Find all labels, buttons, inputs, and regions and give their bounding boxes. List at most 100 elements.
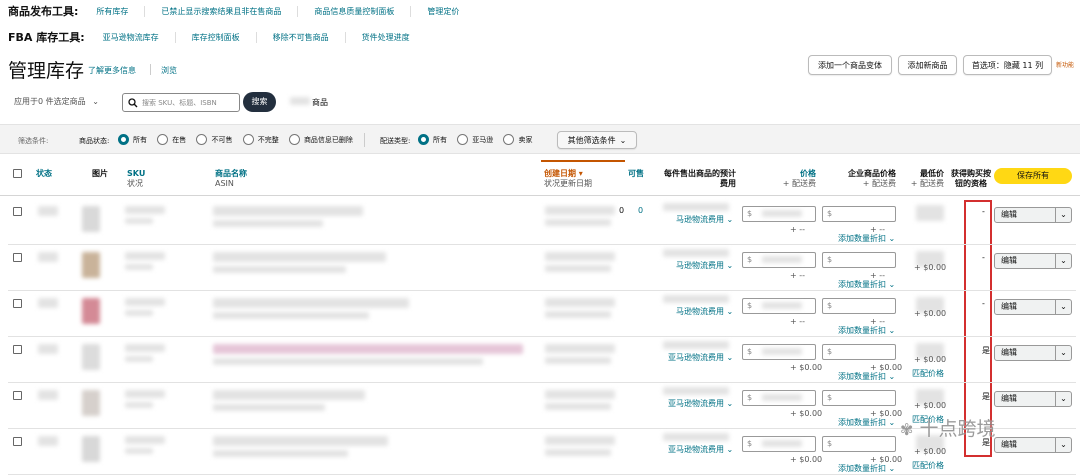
new-features-link[interactable]: 新功能 <box>1056 60 1074 69</box>
link-shipments[interactable]: 货件处理进度 <box>362 32 410 43</box>
select-all-checkbox[interactable] <box>13 169 22 178</box>
more-filters-button[interactable]: 其他筛选条件 ⌄ <box>557 131 637 149</box>
status-option-deleted[interactable]: 商品信息已删除 <box>288 134 353 145</box>
row-image[interactable] <box>82 298 100 324</box>
row-sku-blur[interactable] <box>125 344 165 352</box>
link-suppressed[interactable]: 已禁止显示搜索结果且非在售商品 <box>161 6 281 17</box>
row-edit-button[interactable]: 编辑 ⌄ <box>994 391 1072 407</box>
business-price-input[interactable]: $ <box>822 206 896 222</box>
match-price-link[interactable]: 匹配价格 <box>912 460 944 471</box>
row-image[interactable] <box>82 252 100 278</box>
status-option-inactive[interactable]: 不可售 <box>196 134 232 145</box>
row-product-name-blur[interactable] <box>213 252 386 262</box>
row-product-name-blur[interactable] <box>213 298 409 308</box>
row-checkbox[interactable] <box>13 345 22 354</box>
chevron-down-icon[interactable]: ⌄ <box>1055 300 1071 314</box>
product-count-suffix: 商品 <box>312 98 328 107</box>
search-input[interactable]: 搜索 SKU、标题、ISBN <box>122 93 240 112</box>
row-sku-blur[interactable] <box>125 298 165 306</box>
col-price[interactable]: 价格 + 配送费 <box>770 169 816 189</box>
col-sku[interactable]: SKU 状况 <box>127 169 145 189</box>
fulfill-option-merchant[interactable]: 卖家 <box>503 134 532 145</box>
row-status-blur <box>38 344 58 354</box>
chevron-down-icon[interactable]: ⌄ <box>1055 438 1071 452</box>
chevron-down-icon[interactable]: ⌄ <box>1055 254 1071 268</box>
row-product-name-blur[interactable] <box>213 436 388 446</box>
link-manage-pricing[interactable]: 管理定价 <box>427 6 459 17</box>
row-fee-link[interactable]: 马逊物流费用 ⌄ <box>676 214 733 225</box>
row-edit-button[interactable]: 编辑 ⌄ <box>994 299 1072 315</box>
match-price-link[interactable]: 匹配价格 <box>912 368 944 379</box>
row-fee-link[interactable]: 马逊物流费用 ⌄ <box>676 260 733 271</box>
row-edit-button[interactable]: 编辑 ⌄ <box>994 207 1072 223</box>
row-image[interactable] <box>82 436 100 462</box>
col-product-name[interactable]: 商品名称 ASIN <box>215 169 247 189</box>
row-checkbox[interactable] <box>13 299 22 308</box>
link-remove-unfulfillable[interactable]: 移除不可售商品 <box>273 32 329 43</box>
save-all-button[interactable]: 保存所有 <box>994 168 1072 184</box>
row-updated-blur <box>545 265 611 272</box>
add-product-button[interactable]: 添加新商品 <box>898 55 957 75</box>
add-quantity-discount-link[interactable]: 添加数量折扣 ⌄ <box>838 371 895 382</box>
row-image[interactable] <box>82 390 100 416</box>
row-product-name-blur[interactable] <box>213 344 523 354</box>
row-edit-button[interactable]: 编辑 ⌄ <box>994 253 1072 269</box>
add-quantity-discount-link[interactable]: 添加数量折扣 ⌄ <box>838 279 895 290</box>
col-created-date[interactable]: 创建日期 ▾ 状况更新日期 <box>544 169 592 189</box>
row-image[interactable] <box>82 344 100 370</box>
row-image[interactable] <box>82 206 100 232</box>
filter-label: 筛选条件: <box>18 137 49 145</box>
row-checkbox[interactable] <box>13 253 22 262</box>
col-available[interactable]: 可售 <box>628 169 644 179</box>
row-fee-link[interactable]: 亚马逊物流费用 ⌄ <box>668 444 733 455</box>
row-product-name-blur[interactable] <box>213 206 363 216</box>
col-fee: 每件售出商品的预计费用 <box>664 169 736 188</box>
row-checkbox[interactable] <box>13 391 22 400</box>
business-price-input[interactable]: $ <box>822 252 896 268</box>
business-price-input[interactable]: $ <box>822 298 896 314</box>
fulfill-option-amazon[interactable]: 亚马逊 <box>457 134 493 145</box>
add-variant-button[interactable]: 添加一个商品变体 <box>808 55 892 75</box>
row-sku-blur[interactable] <box>125 206 165 214</box>
chevron-down-icon[interactable]: ⌄ <box>1055 392 1071 406</box>
bulk-action-select[interactable]: 应用于0 件选定商品 ⌄ <box>8 93 112 111</box>
row-edit-button[interactable]: 编辑 ⌄ <box>994 345 1072 361</box>
row-fee-link[interactable]: 亚马逊物流费用 ⌄ <box>668 352 733 363</box>
row-product-name-blur[interactable] <box>213 390 365 400</box>
chevron-down-icon: ⌄ <box>619 135 627 145</box>
chevron-down-icon[interactable]: ⌄ <box>1055 208 1071 222</box>
fulfill-option-all[interactable]: 所有 <box>418 134 447 145</box>
add-quantity-discount-link[interactable]: 添加数量折扣 ⌄ <box>838 233 895 244</box>
col-status[interactable]: 状态 <box>36 169 52 179</box>
row-fee-link[interactable]: 马逊物流费用 ⌄ <box>676 306 733 317</box>
row-sku-blur[interactable] <box>125 252 165 260</box>
status-option-active[interactable]: 在售 <box>157 134 186 145</box>
row-fee-link[interactable]: 亚马逊物流费用 ⌄ <box>668 398 733 409</box>
row-checkbox[interactable] <box>13 437 22 446</box>
status-option-all[interactable]: 所有 <box>118 134 147 145</box>
link-all-inventory[interactable]: 所有库存 <box>96 6 128 17</box>
add-quantity-discount-link[interactable]: 添加数量折扣 ⌄ <box>838 417 895 428</box>
business-price-input[interactable]: $ <box>822 390 896 406</box>
preferences-button[interactable]: 首选项：隐藏 11 列 <box>963 55 1052 75</box>
currency-symbol: $ <box>747 347 753 356</box>
browse-link[interactable]: 浏览 <box>161 65 177 76</box>
link-quality-dashboard[interactable]: 商品信息质量控制面板 <box>314 6 394 17</box>
row-sku-blur[interactable] <box>125 390 165 398</box>
status-option-incomplete[interactable]: 不完整 <box>242 134 279 145</box>
business-price-input[interactable]: $ <box>822 436 896 452</box>
row-sku-blur[interactable] <box>125 436 165 444</box>
row-edit-button[interactable]: 编辑 ⌄ <box>994 437 1072 453</box>
learn-more-link[interactable]: 了解更多信息 <box>88 65 136 76</box>
business-price-input[interactable]: $ <box>822 344 896 360</box>
link-fba-inventory[interactable]: 亚马逊物流库存 <box>103 32 159 43</box>
product-count-blur <box>290 97 310 105</box>
chevron-down-icon[interactable]: ⌄ <box>1055 346 1071 360</box>
add-quantity-discount-link[interactable]: 添加数量折扣 ⌄ <box>838 325 895 336</box>
currency-symbol: $ <box>827 255 833 264</box>
row-inbound[interactable]: 0 <box>638 206 643 215</box>
row-checkbox[interactable] <box>13 207 22 216</box>
link-inventory-dashboard[interactable]: 库存控制面板 <box>192 32 240 43</box>
search-button[interactable]: 搜索 <box>243 92 276 112</box>
add-quantity-discount-link[interactable]: 添加数量折扣 ⌄ <box>838 463 895 474</box>
